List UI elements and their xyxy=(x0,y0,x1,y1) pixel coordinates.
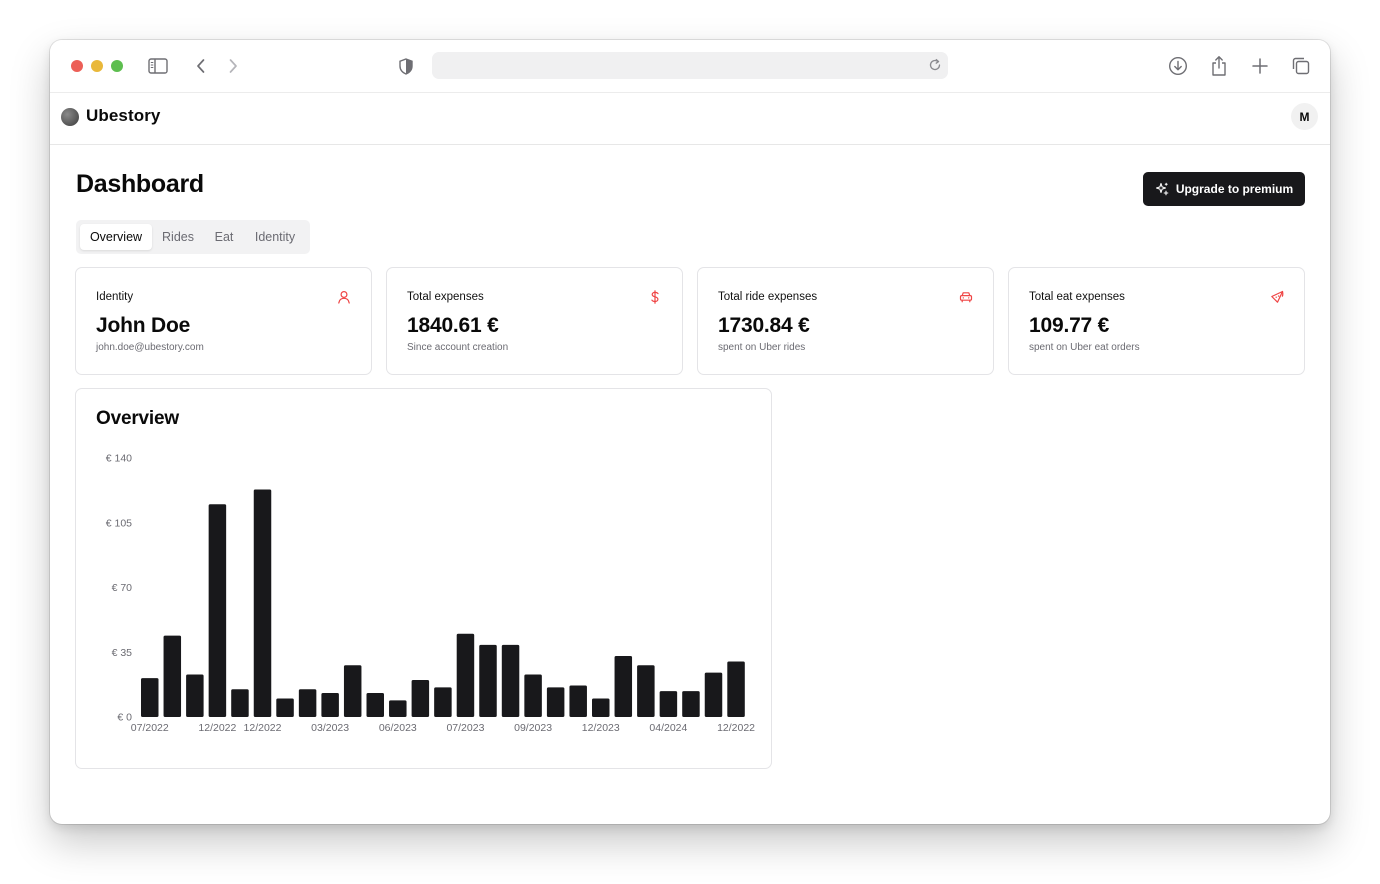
x-axis-tick-label: 12/2022 xyxy=(198,722,236,734)
chart-bar[interactable] xyxy=(411,680,430,717)
sparkles-icon xyxy=(1155,182,1169,196)
total-ride-expenses-card: Total ride expenses 1730.84 € spent on U… xyxy=(697,267,994,375)
upgrade-button-label: Upgrade to premium xyxy=(1175,182,1294,196)
chart-bar[interactable] xyxy=(682,691,700,717)
chart-bar[interactable] xyxy=(727,661,745,718)
tab-overview[interactable]: Overview xyxy=(80,224,152,250)
card-value: 109.77 € xyxy=(1029,314,1110,337)
chart-bar[interactable] xyxy=(208,504,227,717)
close-window-button[interactable] xyxy=(71,60,83,72)
tabs-overview-icon xyxy=(1292,57,1310,75)
card-subtext: john.doe@ubestory.com xyxy=(96,342,204,353)
expenses-bar-chart: € 0€ 35€ 70€ 105€ 14007/2022 12/2022 12/20… xyxy=(106,453,755,735)
chart-bar[interactable] xyxy=(186,674,204,717)
chart-bar[interactable] xyxy=(253,489,272,717)
sidebar-icon xyxy=(148,58,168,74)
user-icon xyxy=(338,290,350,304)
tab-identity[interactable]: Identity xyxy=(246,224,304,250)
back-button[interactable] xyxy=(188,54,214,78)
card-value: John Doe xyxy=(96,314,191,337)
chart-bar[interactable] xyxy=(141,678,159,717)
app-header: Ubestory M xyxy=(50,93,1330,145)
chart-bar[interactable] xyxy=(366,692,385,717)
chart-bar[interactable] xyxy=(637,665,655,717)
identity-card: Identity John Doe john.doe@ubestory.com xyxy=(75,267,372,375)
new-tab-icon xyxy=(1252,58,1268,74)
chart-bar[interactable] xyxy=(659,691,678,717)
card-label: Total expenses xyxy=(407,291,484,303)
x-axis-tick-label: 03/2023 xyxy=(311,722,349,734)
chart-bar[interactable] xyxy=(298,689,317,717)
total-expenses-card: Total expenses 1840.61 € Since account c… xyxy=(386,267,683,375)
card-subtext: Since account creation xyxy=(407,342,509,353)
tab-eat[interactable]: Eat xyxy=(204,224,244,250)
chart-bar[interactable] xyxy=(479,644,497,717)
card-label: Total eat expenses xyxy=(1029,291,1125,303)
share-button[interactable] xyxy=(1206,54,1232,78)
address-bar[interactable] xyxy=(432,52,948,79)
chart-bar[interactable] xyxy=(389,700,407,717)
user-avatar[interactable]: M xyxy=(1291,103,1318,130)
tab-rides[interactable]: Rides xyxy=(156,224,200,250)
reload-icon[interactable] xyxy=(928,58,942,72)
x-axis-tick-label: 12/2023 xyxy=(582,722,620,734)
y-axis-tick-label: € 70 xyxy=(112,582,133,594)
dollar-icon xyxy=(651,290,659,304)
chart-bar[interactable] xyxy=(163,635,182,717)
y-axis-tick-label: € 35 xyxy=(112,647,133,659)
browser-toolbar xyxy=(50,40,1330,93)
chart-bar[interactable] xyxy=(569,685,587,717)
chart-bar[interactable] xyxy=(704,672,723,717)
tab-overview-button[interactable] xyxy=(1288,54,1314,78)
chart-bar[interactable] xyxy=(456,633,475,717)
privacy-report-button[interactable] xyxy=(393,54,419,78)
card-label: Total ride expenses xyxy=(718,291,818,303)
browser-window: Ubestory M Dashboard Upgrade to premium … xyxy=(50,40,1330,824)
x-axis-tick-label: 07/2023 xyxy=(446,722,484,734)
chart-bar[interactable] xyxy=(321,692,339,717)
card-subtext: spent on Uber eat orders xyxy=(1029,342,1140,353)
y-axis-tick-label: € 140 xyxy=(106,453,132,465)
chart-bar[interactable] xyxy=(592,698,610,718)
x-axis-tick-label: 09/2023 xyxy=(514,722,552,734)
chart-bar[interactable] xyxy=(231,689,249,717)
brand-logo[interactable] xyxy=(61,108,79,126)
total-eat-expenses-card: Total eat expenses 109.77 € spent on Ube… xyxy=(1008,267,1305,375)
chart-bar[interactable] xyxy=(434,687,452,717)
new-tab-button[interactable] xyxy=(1247,54,1273,78)
card-value: 1730.84 € xyxy=(718,314,810,337)
forward-icon xyxy=(229,59,237,73)
x-axis-tick-label: 07/2022 xyxy=(131,722,169,734)
upgrade-to-premium-button[interactable]: Upgrade to premium xyxy=(1143,172,1305,206)
dashboard-tabs: Overview Rides Eat Identity xyxy=(76,220,310,254)
x-axis-tick-label: 06/2023 xyxy=(379,722,417,734)
x-axis-tick-label: 12/2022 xyxy=(717,722,755,734)
card-subtext: spent on Uber rides xyxy=(718,342,806,353)
downloads-button[interactable] xyxy=(1165,54,1191,78)
y-axis-tick-label: € 105 xyxy=(106,517,132,529)
back-icon xyxy=(197,59,205,73)
download-icon xyxy=(1168,56,1188,76)
x-axis-tick-label: 04/2024 xyxy=(649,722,687,734)
page-title: Dashboard xyxy=(76,170,204,198)
chart-bar[interactable] xyxy=(614,655,633,717)
minimize-window-button[interactable] xyxy=(91,60,103,72)
car-icon xyxy=(959,292,973,303)
x-axis-tick-label: 12/2022 xyxy=(244,722,282,734)
card-value: 1840.61 € xyxy=(407,314,499,337)
chart-bar[interactable] xyxy=(343,665,362,717)
overview-chart-card: Overview € 0 € 35 € 70 € 105 € 140 07/2022 12/… xyxy=(75,388,772,769)
shield-icon xyxy=(399,57,413,75)
chart-bar[interactable] xyxy=(546,687,565,717)
card-label: Identity xyxy=(96,291,134,303)
chart-bar[interactable] xyxy=(276,698,294,718)
chart-bar[interactable] xyxy=(524,674,542,717)
zoom-window-button[interactable] xyxy=(111,60,123,72)
forward-button[interactable] xyxy=(220,54,246,78)
pizza-icon xyxy=(1271,290,1284,303)
brand-name[interactable]: Ubestory xyxy=(86,106,161,126)
chart-bar[interactable] xyxy=(501,644,520,717)
share-icon xyxy=(1212,56,1226,76)
sidebar-toggle-button[interactable] xyxy=(145,54,171,78)
